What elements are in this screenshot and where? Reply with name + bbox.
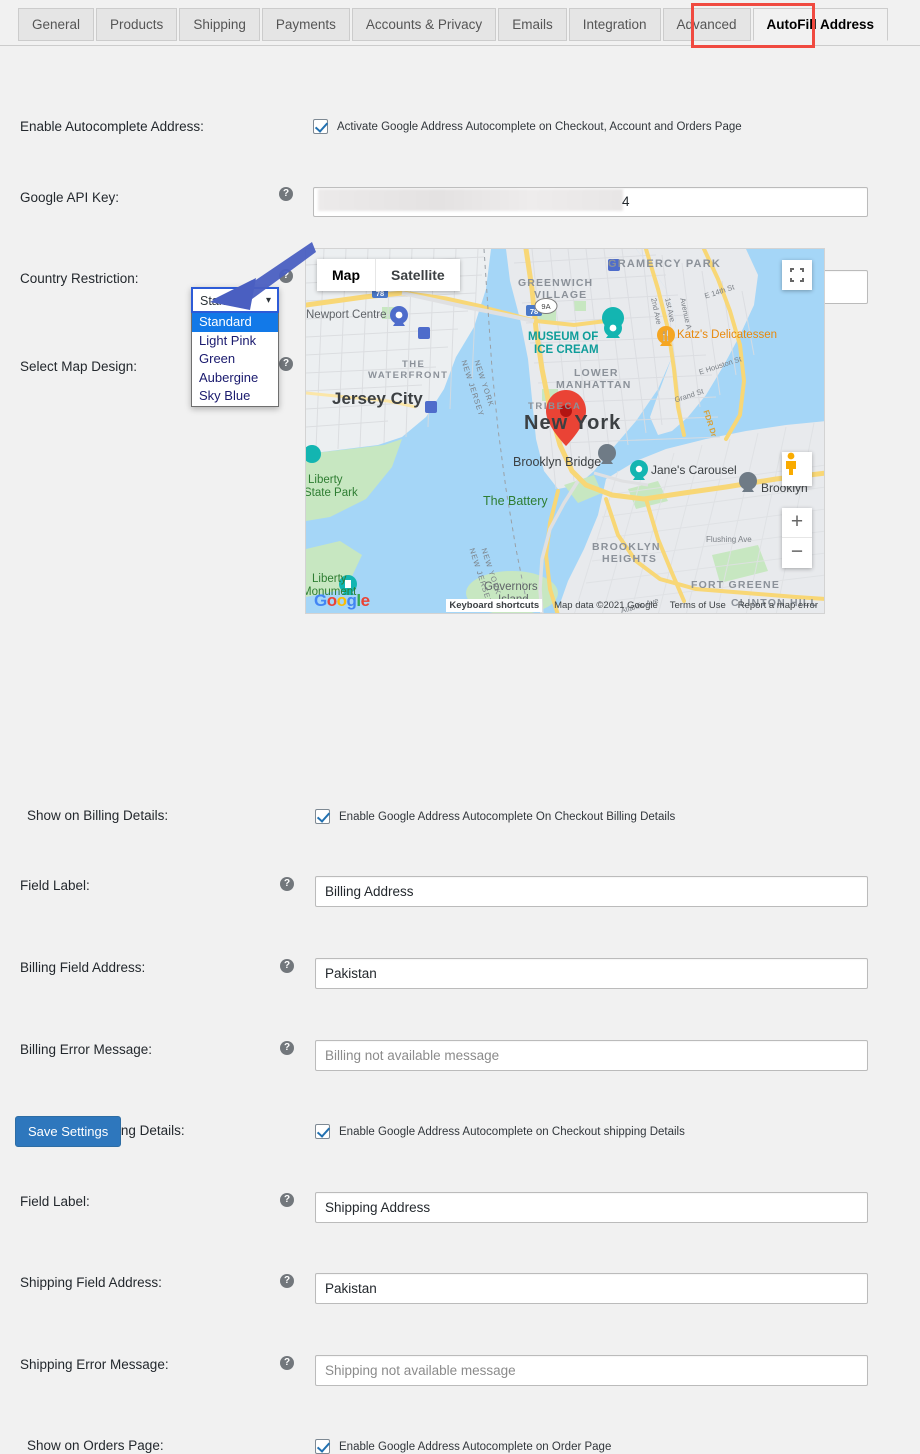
tab-general[interactable]: General <box>18 8 95 41</box>
settings-tab-bar: General Products Shipping Payments Accounts … <box>0 0 920 48</box>
shipping-details-checkbox-group[interactable]: Enable Google Address Autocomplete on Ch… <box>315 1124 685 1139</box>
google-map-preview[interactable]: .water{fill:#a5d6f7} .land{fill:#eceff1}… <box>305 248 825 614</box>
shipping-field-address-input[interactable] <box>315 1273 868 1304</box>
tab-products[interactable]: Products <box>96 8 178 41</box>
orders-page-checkbox-label: Enable Google Address Autocomplete on Or… <box>339 1440 612 1453</box>
map-design-option-green[interactable]: Green <box>192 350 278 369</box>
billing-details-checkbox-group[interactable]: Enable Google Address Autocomplete On Ch… <box>315 809 675 824</box>
map-attribution-bar: Keyboard shortcuts Map data ©2021 Google… <box>306 597 824 613</box>
terms-of-use-link[interactable]: Terms of Use <box>670 600 726 611</box>
shipping-error-message-input[interactable] <box>315 1355 868 1386</box>
billing-details-checkbox[interactable] <box>315 809 330 824</box>
svg-text:9A: 9A <box>541 302 550 311</box>
shipping-field-label-input[interactable] <box>315 1192 868 1223</box>
map-design-dropdown-header[interactable]: Standard ▾ <box>191 287 279 313</box>
map-data-text: Map data ©2021 Google <box>554 599 658 611</box>
row-select-map-design: Select Map Design: ? Standard ▾ <box>0 136 920 385</box>
help-icon-shipping-field-label[interactable]: ? <box>280 1193 294 1207</box>
row-show-on-billing-details: Show on Billing Details: Enable Google A… <box>0 166 920 824</box>
orders-page-checkbox[interactable] <box>315 1439 330 1454</box>
billing-field-address-input[interactable] <box>315 958 868 989</box>
map-design-option-standard[interactable]: Standard <box>192 313 278 332</box>
help-icon-billing-error-message[interactable]: ? <box>280 1041 294 1055</box>
svg-text:🍴: 🍴 <box>660 329 672 342</box>
map-type-control[interactable]: Map Satellite <box>317 259 460 291</box>
fullscreen-icon[interactable] <box>782 260 812 290</box>
pegman-street-view-icon[interactable] <box>782 452 812 486</box>
row-billing-field-label: Field Label: ? <box>0 196 920 907</box>
label-billing-field-label: Field Label: <box>20 878 90 893</box>
map-type-map-button[interactable]: Map <box>317 259 376 291</box>
row-google-api-key: Google API Key: ? 4 <box>0 76 920 217</box>
map-design-options-list[interactable]: Standard Light Pink Green Aubergine Sky … <box>191 313 279 407</box>
label-billing-field-address: Billing Field Address: <box>20 960 146 975</box>
help-icon-shipping-error-message[interactable]: ? <box>280 1356 294 1370</box>
report-map-error-link[interactable]: Report a map error <box>738 600 818 611</box>
label-shipping-error-message: Shipping Error Message: <box>20 1357 169 1372</box>
map-type-satellite-button[interactable]: Satellite <box>376 259 460 291</box>
keyboard-shortcuts-link[interactable]: Keyboard shortcuts <box>446 598 543 612</box>
label-billing-error-message: Billing Error Message: <box>20 1042 153 1057</box>
tab-integration[interactable]: Integration <box>568 8 661 41</box>
pegman-glyph <box>786 452 796 475</box>
zoom-out-button[interactable]: − <box>782 538 812 568</box>
label-show-on-billing-details: Show on Billing Details: <box>27 808 169 823</box>
map-tiles: .water{fill:#a5d6f7} .land{fill:#eceff1}… <box>306 249 824 613</box>
chevron-down-icon-open: ▾ <box>265 295 271 306</box>
billing-error-message-input[interactable] <box>315 1040 868 1071</box>
help-icon-billing-field-label[interactable]: ? <box>280 877 294 891</box>
help-icon-billing-field-address[interactable]: ? <box>280 959 294 973</box>
row-enable-autocomplete: Enable Autocomplete Address: Activate Go… <box>0 46 920 134</box>
shipping-details-checkbox-label: Enable Google Address Autocomplete on Ch… <box>339 1125 685 1138</box>
shipping-details-checkbox[interactable] <box>315 1124 330 1139</box>
billing-details-checkbox-label: Enable Google Address Autocomplete On Ch… <box>339 810 676 823</box>
map-design-dropdown-value: Standard <box>200 294 251 308</box>
label-shipping-field-label: Field Label: <box>20 1194 90 1209</box>
billing-field-label-input[interactable] <box>315 876 868 907</box>
tab-autofill-address[interactable]: AutoFill Address <box>752 8 889 41</box>
map-design-dropdown-open[interactable]: Standard ▾ Standard Light Pink Green Aub… <box>191 287 279 407</box>
tab-accounts-privacy[interactable]: Accounts & Privacy <box>351 8 497 41</box>
tab-payments[interactable]: Payments <box>261 8 350 41</box>
fullscreen-glyph <box>790 268 804 282</box>
save-settings-button[interactable]: Save Settings <box>15 1116 122 1147</box>
tab-emails[interactable]: Emails <box>498 8 567 41</box>
tab-advanced[interactable]: Advanced <box>662 8 751 41</box>
orders-page-checkbox-group[interactable]: Enable Google Address Autocomplete on Or… <box>315 1439 611 1454</box>
google-api-key-visible-tail: 4 <box>622 194 630 209</box>
label-shipping-field-address: Shipping Field Address: <box>20 1275 162 1290</box>
map-design-option-light-pink[interactable]: Light Pink <box>192 332 278 351</box>
map-zoom-control[interactable]: + − <box>782 508 812 568</box>
help-icon-shipping-field-address[interactable]: ? <box>280 1274 294 1288</box>
label-show-on-orders-page: Show on Orders Page: <box>27 1438 164 1453</box>
tab-shipping[interactable]: Shipping <box>179 8 260 41</box>
map-design-option-sky-blue[interactable]: Sky Blue <box>192 387 278 406</box>
zoom-in-button[interactable]: + <box>782 508 812 538</box>
row-country-restriction: Country Restriction: ? <box>0 106 920 304</box>
map-design-option-aubergine[interactable]: Aubergine <box>192 369 278 388</box>
